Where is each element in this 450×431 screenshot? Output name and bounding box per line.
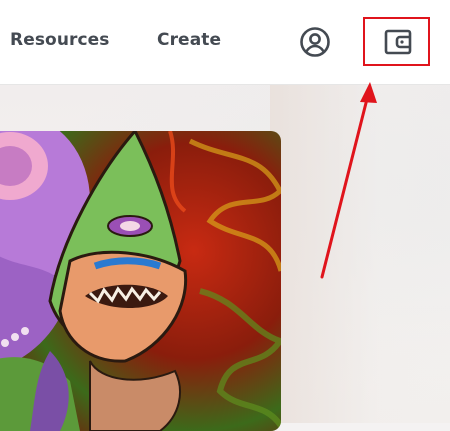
nav-link-create[interactable]: Create <box>157 30 221 50</box>
hero-background-blur <box>270 85 450 423</box>
artwork-illustration <box>0 131 281 431</box>
top-navigation-bar: Resources Create <box>0 0 450 85</box>
wallet-highlight-box <box>363 17 430 66</box>
nav-link-resources[interactable]: Resources <box>10 30 110 50</box>
account-circle-icon <box>300 27 330 57</box>
nft-artwork-image[interactable] <box>0 131 281 431</box>
account-button[interactable] <box>298 25 332 59</box>
